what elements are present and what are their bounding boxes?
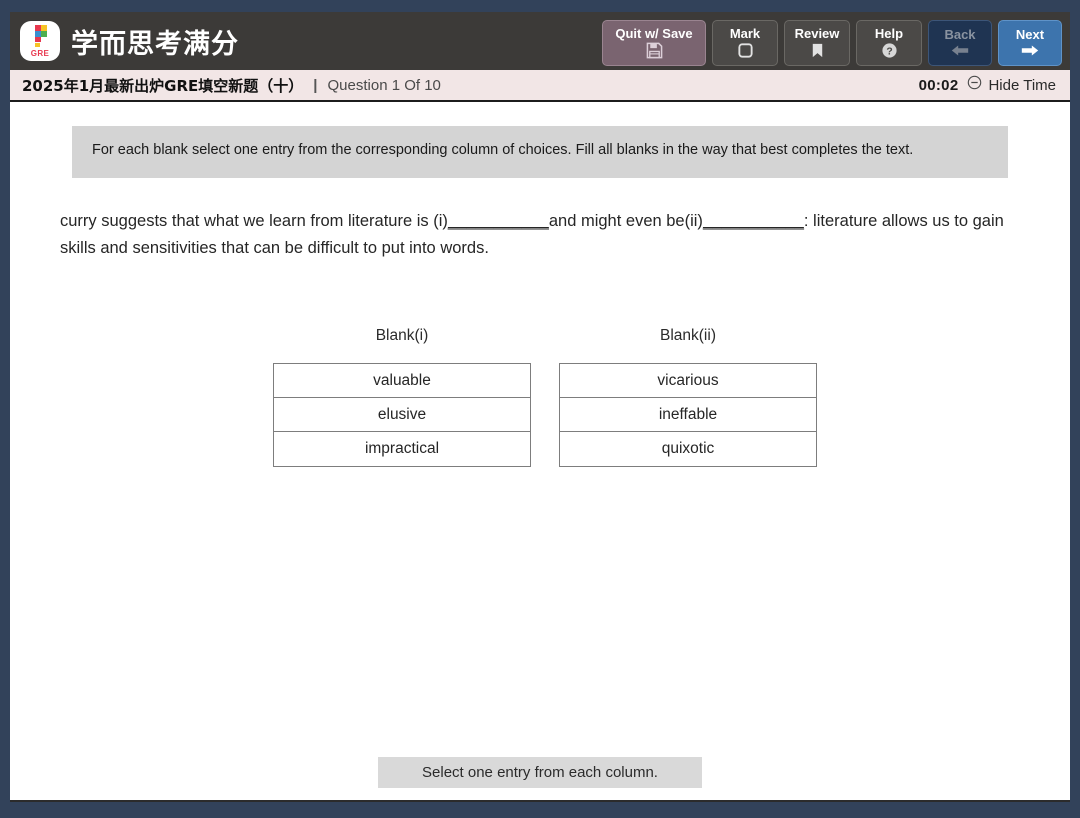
app-header: GRE 学而思考满分 Quit w/ Save Mark Review Help… bbox=[10, 12, 1070, 70]
footer-note-area: Select one entry from each column. bbox=[10, 757, 1070, 788]
arrow-right-icon bbox=[1020, 43, 1040, 58]
gre-test-window: GRE 学而思考满分 Quit w/ Save Mark Review Help… bbox=[0, 0, 1080, 818]
quit-with-save-button[interactable]: Quit w/ Save bbox=[602, 20, 706, 66]
question-mark-blocks-icon bbox=[35, 25, 47, 47]
review-label: Review bbox=[794, 26, 840, 41]
save-floppy-icon bbox=[646, 42, 663, 59]
review-button[interactable]: Review bbox=[784, 20, 850, 66]
passage-part-1: curry suggests that what we learn from l… bbox=[60, 211, 448, 230]
mark-label: Mark bbox=[729, 26, 761, 41]
selection-hint: Select one entry from each column. bbox=[378, 757, 702, 788]
hide-time-button[interactable]: Hide Time bbox=[967, 75, 1056, 95]
arrow-left-icon bbox=[950, 43, 970, 58]
help-button[interactable]: Help ? bbox=[856, 20, 922, 66]
passage-part-2: and might even be(ii) bbox=[548, 211, 703, 230]
answer-column-blank-i: Blank(i) valuable elusive impractical bbox=[273, 327, 531, 468]
instructions-box: For each blank select one entry from the… bbox=[72, 126, 1008, 178]
blank-ii-choice-box: vicarious ineffable quixotic bbox=[559, 363, 817, 468]
app-logo: GRE bbox=[20, 21, 60, 61]
choice-option[interactable]: valuable bbox=[274, 364, 530, 399]
choice-option[interactable]: impractical bbox=[274, 432, 530, 467]
brand: GRE 学而思考满分 bbox=[10, 21, 239, 61]
help-label: Help bbox=[874, 26, 904, 41]
timer-area: 00:02 Hide Time bbox=[919, 75, 1056, 95]
svg-text:?: ? bbox=[886, 46, 892, 57]
square-outline-icon bbox=[737, 42, 754, 59]
question-counter: Question 1 Of 10 bbox=[327, 76, 441, 94]
choice-option[interactable]: quixotic bbox=[560, 432, 816, 467]
answer-columns: Blank(i) valuable elusive impractical Bl… bbox=[10, 327, 1070, 468]
answer-column-blank-ii: Blank(ii) vicarious ineffable quixotic bbox=[559, 327, 817, 468]
next-label: Next bbox=[1015, 27, 1045, 42]
choice-option[interactable]: elusive bbox=[274, 398, 530, 433]
blank-i-placeholder: ___________ bbox=[447, 211, 549, 230]
header-button-row: Quit w/ Save Mark Review Help ? Back Nex… bbox=[602, 20, 1062, 66]
circle-minus-icon bbox=[967, 75, 982, 95]
blank-ii-placeholder: ___________ bbox=[702, 211, 804, 230]
question-content: For each blank select one entry from the… bbox=[10, 102, 1070, 802]
question-passage: curry suggests that what we learn from l… bbox=[60, 208, 1010, 261]
exam-title: 2025年1月最新出炉GRE填空新题（十） bbox=[22, 76, 304, 95]
brand-title: 学而思考满分 bbox=[71, 28, 239, 60]
choice-option[interactable]: ineffable bbox=[560, 398, 816, 433]
hide-time-label: Hide Time bbox=[988, 76, 1056, 94]
blank-ii-heading: Blank(ii) bbox=[660, 327, 716, 345]
blank-i-heading: Blank(i) bbox=[375, 327, 429, 345]
quit-with-save-label: Quit w/ Save bbox=[615, 26, 693, 41]
timer-value: 00:02 bbox=[918, 76, 959, 94]
question-info-bar: 2025年1月最新出炉GRE填空新题（十） | Question 1 Of 10… bbox=[10, 70, 1070, 102]
title-separator: | bbox=[313, 76, 318, 94]
back-label: Back bbox=[944, 27, 976, 42]
logo-badge-text: GRE bbox=[30, 49, 50, 58]
next-button[interactable]: Next bbox=[998, 20, 1062, 66]
bookmark-icon bbox=[809, 42, 826, 59]
back-button[interactable]: Back bbox=[928, 20, 992, 66]
mark-button[interactable]: Mark bbox=[712, 20, 778, 66]
choice-option[interactable]: vicarious bbox=[560, 364, 816, 399]
blank-i-choice-box: valuable elusive impractical bbox=[273, 363, 531, 468]
question-circle-icon: ? bbox=[881, 42, 898, 59]
